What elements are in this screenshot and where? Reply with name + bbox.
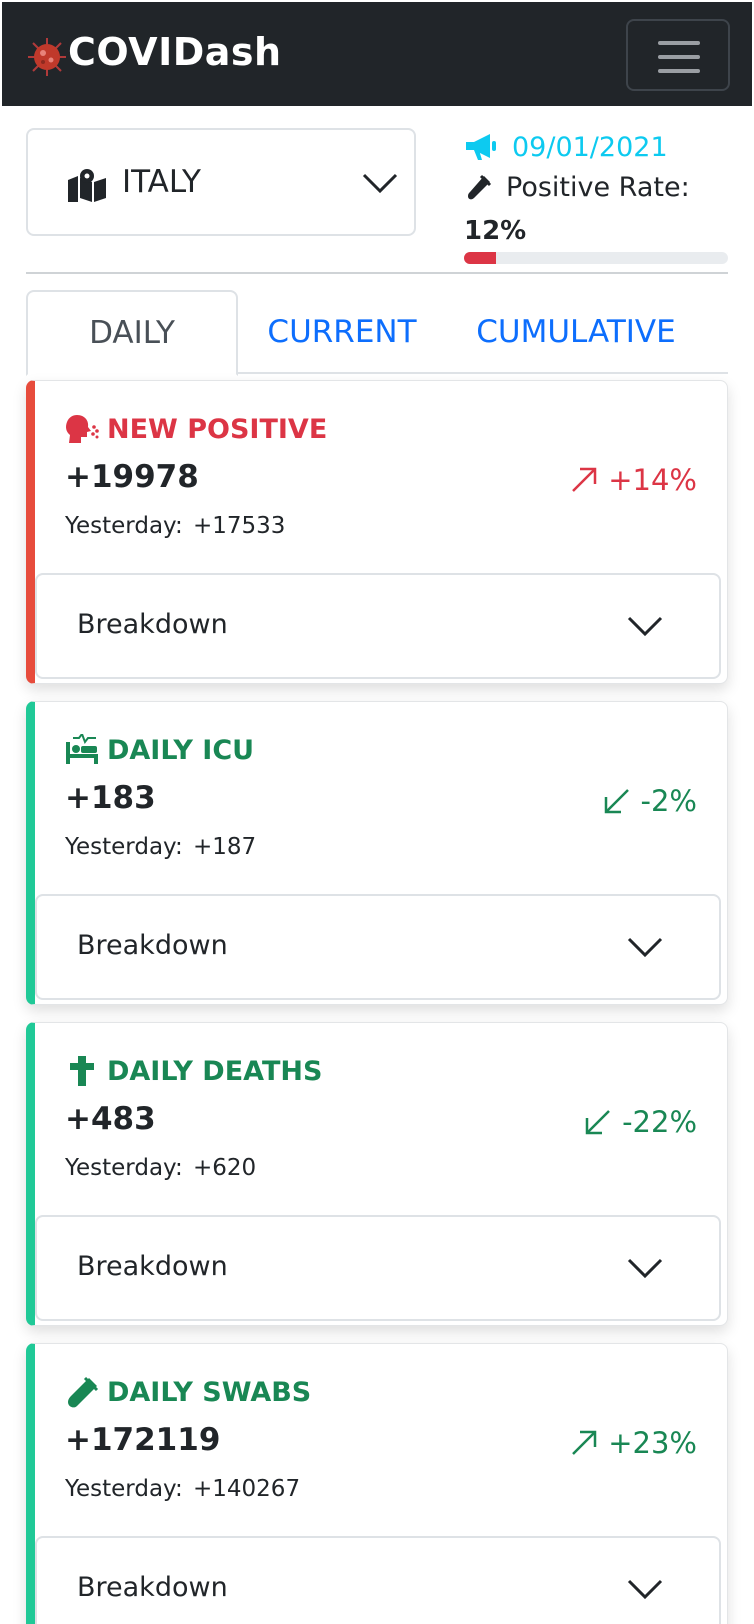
breakdown-label: Breakdown bbox=[77, 930, 228, 961]
positive-rate-label: Positive Rate: bbox=[506, 172, 690, 203]
yesterday-value: +620 bbox=[193, 1155, 257, 1181]
card-header: NEW POSITIVE bbox=[65, 411, 327, 447]
map-marker-icon bbox=[68, 169, 106, 202]
breakdown-label: Breakdown bbox=[77, 609, 228, 640]
trend-indicator: +23% bbox=[570, 1426, 697, 1460]
breakdown-toggle[interactable]: Breakdown bbox=[35, 1215, 721, 1321]
yesterday-label: Yesterday: bbox=[65, 1155, 183, 1181]
tab-bar: DAILY CURRENT CUMULATIVE bbox=[26, 290, 728, 376]
breakdown-toggle[interactable]: Breakdown bbox=[35, 894, 721, 1000]
positive-rate-progress bbox=[464, 252, 728, 264]
arrow-up-right-icon bbox=[572, 467, 597, 492]
card-value: +183 bbox=[65, 780, 156, 816]
arrow-up-right-icon bbox=[572, 1430, 597, 1455]
breakdown-label: Breakdown bbox=[77, 1251, 228, 1282]
trend-indicator: -2% bbox=[603, 784, 697, 818]
chevron-down-icon bbox=[627, 1579, 663, 1600]
card-header: DAILY DEATHS bbox=[65, 1053, 322, 1089]
update-date: 09/01/2021 bbox=[512, 132, 668, 163]
stat-card: NEW POSITIVE +19978 Yesterday: +17533 +14% Br… bbox=[26, 380, 728, 684]
divider bbox=[26, 272, 728, 274]
trend-indicator: -22% bbox=[584, 1105, 697, 1139]
trend-value: +14% bbox=[608, 463, 697, 497]
tab-daily[interactable]: DAILY bbox=[26, 290, 238, 376]
card-title: DAILY ICU bbox=[107, 734, 255, 766]
stat-card: DAILY SWABS +172119 Yesterday: +140267 +23% B… bbox=[26, 1343, 728, 1624]
trend-value: -2% bbox=[640, 784, 697, 818]
stat-card: DAILY DEATHS +483 Yesterday: +620 -22% Breakd… bbox=[26, 1022, 728, 1326]
breakdown-toggle[interactable]: Breakdown bbox=[35, 1536, 721, 1624]
coronavirus-icon bbox=[28, 38, 66, 76]
tab-cumulative[interactable]: CUMULATIVE bbox=[458, 290, 694, 374]
card-title: NEW POSITIVE bbox=[107, 413, 328, 445]
card-value: +19978 bbox=[65, 459, 199, 495]
card-header: DAILY SWABS bbox=[65, 1374, 311, 1410]
positive-rate-value: 12% bbox=[464, 216, 527, 246]
chevron-down-icon bbox=[627, 1258, 663, 1279]
country-select[interactable]: ITALY bbox=[26, 128, 416, 236]
hospital-bed-icon bbox=[65, 731, 99, 766]
card-title: DAILY DEATHS bbox=[107, 1055, 323, 1087]
card-title: DAILY SWABS bbox=[107, 1376, 312, 1408]
yesterday-label: Yesterday: bbox=[65, 1476, 183, 1502]
trend-value: +23% bbox=[608, 1426, 697, 1460]
card-value: +483 bbox=[65, 1101, 156, 1137]
breakdown-label: Breakdown bbox=[77, 1572, 228, 1603]
yesterday-label: Yesterday: bbox=[65, 513, 183, 539]
menu-toggle-button[interactable] bbox=[626, 19, 730, 91]
test-tube-icon bbox=[65, 1376, 99, 1408]
yesterday-value: +187 bbox=[193, 834, 257, 860]
cough-icon bbox=[65, 413, 99, 445]
info-panel: 09/01/2021 Positive Rate: 12% bbox=[464, 130, 734, 270]
breakdown-toggle[interactable]: Breakdown bbox=[35, 573, 721, 679]
brand-title[interactable]: COVIDash bbox=[68, 30, 282, 74]
chevron-down-icon bbox=[627, 937, 663, 958]
chevron-down-icon bbox=[627, 616, 663, 637]
trend-indicator: +14% bbox=[570, 463, 697, 497]
stat-card: DAILY ICU +183 Yesterday: +187 -2% Breakdown bbox=[26, 701, 728, 1005]
megaphone-icon bbox=[466, 134, 496, 160]
card-value: +172119 bbox=[65, 1422, 221, 1458]
chevron-down-icon bbox=[362, 173, 398, 194]
arrow-down-left-icon bbox=[585, 1110, 610, 1135]
yesterday-label: Yesterday: bbox=[65, 834, 183, 860]
yesterday-value: +140267 bbox=[193, 1476, 301, 1502]
test-tube-icon bbox=[468, 174, 492, 200]
tab-current[interactable]: CURRENT bbox=[242, 290, 442, 374]
trend-value: -22% bbox=[622, 1105, 697, 1139]
arrow-down-left-icon bbox=[604, 789, 629, 814]
cross-icon bbox=[65, 1055, 99, 1087]
positive-rate-progress-fill bbox=[464, 252, 496, 264]
navbar: COVIDash bbox=[2, 2, 752, 106]
card-header: DAILY ICU bbox=[65, 731, 255, 768]
yesterday-value: +17533 bbox=[193, 513, 286, 539]
country-label: ITALY bbox=[122, 164, 201, 200]
